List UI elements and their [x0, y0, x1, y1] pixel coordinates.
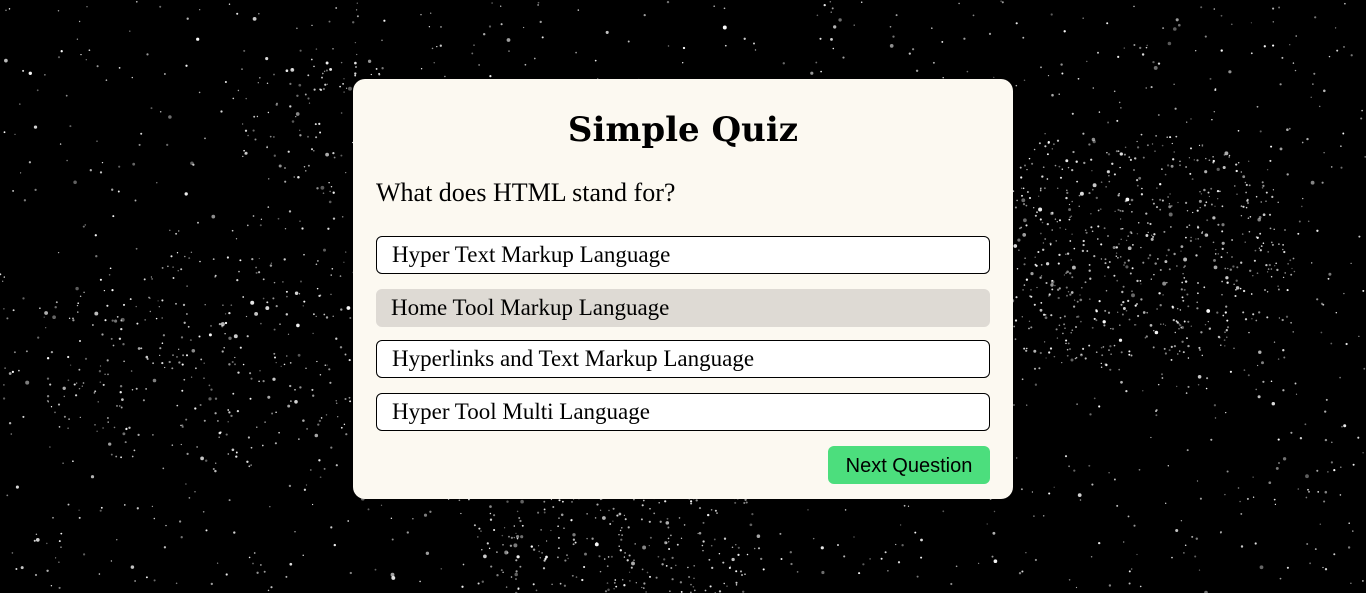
answer-option[interactable]: Hyper Text Markup Language [376, 236, 990, 274]
answer-option-label: Hyper Tool Multi Language [392, 399, 650, 424]
next-question-button[interactable]: Next Question [828, 446, 990, 484]
quiz-card: Simple Quiz What does HTML stand for? Hy… [353, 79, 1013, 499]
question-text: What does HTML stand for? [376, 178, 676, 207]
answer-option-label: Home Tool Markup Language [391, 295, 670, 320]
answer-option[interactable]: Home Tool Markup Language [376, 289, 990, 327]
answer-option[interactable]: Hyper Tool Multi Language [376, 393, 990, 431]
answer-option[interactable]: Hyperlinks and Text Markup Language [376, 340, 990, 378]
quiz-title: Simple Quiz [567, 110, 799, 150]
answer-option-label: Hyperlinks and Text Markup Language [392, 346, 755, 371]
answer-option-label: Hyper Text Markup Language [392, 242, 671, 267]
